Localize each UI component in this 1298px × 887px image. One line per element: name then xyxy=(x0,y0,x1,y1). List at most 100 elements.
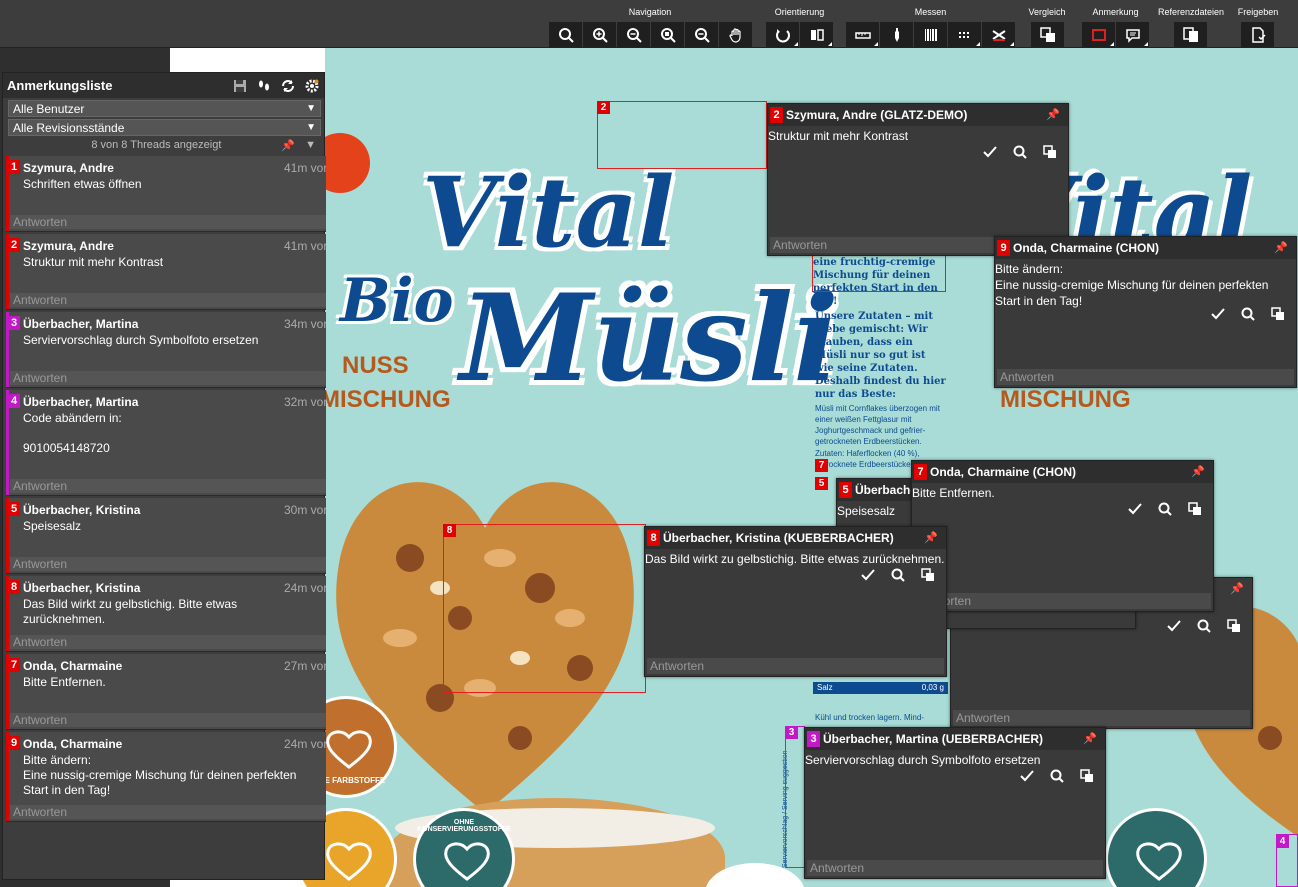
barcode-icon[interactable] xyxy=(914,22,947,47)
comment-icon[interactable] xyxy=(1116,22,1149,47)
reference-files-icon[interactable] xyxy=(1174,22,1207,47)
thread-reply-input[interactable]: Antworten xyxy=(10,215,326,229)
thread-comment: Serviervorschlag durch Symbolfoto ersetz… xyxy=(23,333,259,347)
popup-number: 3 xyxy=(807,731,820,747)
refresh-icon[interactable] xyxy=(280,78,296,94)
thread-item[interactable]: 2 Szymura, Andre 41m vor Struktur mit mehr … xyxy=(6,234,326,310)
pin-icon[interactable]: 📌 xyxy=(1191,465,1205,478)
rectangle-annotation-icon[interactable] xyxy=(1082,22,1115,47)
pin-icon[interactable]: 📌 xyxy=(1083,732,1097,745)
resolve-check-icon[interactable] xyxy=(1019,768,1035,784)
zoom-to-icon[interactable] xyxy=(1240,306,1256,322)
search-icon[interactable] xyxy=(549,22,582,47)
popup-reply-input[interactable]: Antworten xyxy=(953,710,1250,726)
thread-item[interactable]: 9 Onda, Charmaine 24m vor Bitte ändern: Ein… xyxy=(6,732,326,822)
thread-reply-input[interactable]: Antworten xyxy=(10,805,326,819)
copy-icon[interactable] xyxy=(1270,306,1286,322)
revision-filter-select[interactable]: Alle Revisionsstände ▼ xyxy=(8,119,321,136)
annotation-popup-3[interactable]: 3 Überbacher, Martina (UEBERBACHER) 📌 Ser… xyxy=(804,727,1106,879)
pin-icon[interactable]: 📌 xyxy=(1274,241,1288,254)
footprints-icon[interactable] xyxy=(256,78,272,94)
grid-dots-icon[interactable] xyxy=(948,22,981,47)
pin-icon[interactable]: 📌 xyxy=(1046,108,1060,121)
popup-reply-input[interactable]: Antworten xyxy=(647,658,944,674)
thread-reply-input[interactable]: Antworten xyxy=(10,557,326,571)
zoom-in-icon[interactable] xyxy=(583,22,616,47)
annotation-marker-4[interactable]: 4 xyxy=(1276,834,1298,887)
thread-item[interactable]: 1 Szymura, Andre 41m vor Schriften etwas öf… xyxy=(6,156,326,232)
zoom-to-icon[interactable] xyxy=(1012,144,1028,160)
thread-time: 32m vor xyxy=(284,395,326,409)
annotation-popup-7[interactable]: 7 Onda, Charmaine (CHON) 📌 Bitte Entferne… xyxy=(911,460,1214,612)
flip-icon[interactable] xyxy=(800,22,833,47)
zoom-fit-icon[interactable] xyxy=(651,22,684,47)
copy-icon[interactable] xyxy=(1079,768,1095,784)
save-icon[interactable] xyxy=(232,78,248,94)
popup-comment: Bitte ändern: Eine nussig-cremige Mischu… xyxy=(995,262,1269,308)
thread-reply-input[interactable]: Antworten xyxy=(10,479,326,493)
heart-outline-icon xyxy=(1136,842,1182,881)
resolve-check-icon[interactable] xyxy=(982,144,998,160)
thread-number: 9 xyxy=(8,736,20,750)
zoom-to-icon[interactable] xyxy=(1049,768,1065,784)
annotation-marker-8[interactable]: 8 xyxy=(443,524,646,693)
color-separation-icon[interactable] xyxy=(982,22,1015,47)
rotate-icon[interactable] xyxy=(766,22,799,47)
zoom-to-icon[interactable] xyxy=(1157,501,1173,517)
resolve-check-icon[interactable] xyxy=(1127,501,1143,517)
thread-reply-input[interactable]: Antworten xyxy=(10,635,326,649)
thread-item[interactable]: 5 Überbacher, Kristina 30m vor Speisesalz An… xyxy=(6,498,326,574)
resolve-check-icon[interactable] xyxy=(860,567,876,583)
popup-reply-input[interactable]: Antworten xyxy=(914,593,1211,609)
copy-icon[interactable] xyxy=(1226,618,1242,634)
thread-reply-input[interactable]: Antworten xyxy=(10,371,326,385)
thread-number: 7 xyxy=(8,658,20,672)
popup-author: Überbacher, Kristina (KUEBERBACHER) xyxy=(663,531,894,545)
zoom-to-icon[interactable] xyxy=(890,567,906,583)
pipette-icon[interactable] xyxy=(880,22,913,47)
thread-time: 24m vor xyxy=(284,737,326,751)
toolbar-group-navigation: Navigation xyxy=(549,4,752,47)
compare-icon[interactable] xyxy=(1031,22,1064,47)
marker-number-7[interactable]: 7 xyxy=(815,459,828,472)
thread-author: Überbacher, Martina xyxy=(23,317,139,331)
popup-comment: Struktur mit mehr Kontrast xyxy=(768,129,909,143)
annotation-marker-3[interactable]: 3 xyxy=(785,726,805,868)
approve-document-icon[interactable] xyxy=(1241,22,1274,47)
thread-comment: Bitte Entfernen. xyxy=(23,675,106,689)
annotation-popup-9[interactable]: 9 Onda, Charmaine (CHON) 📌 Bitte ändern: … xyxy=(994,236,1297,388)
annotation-popup-2[interactable]: 2 Szymura, Andre (GLATZ-DEMO) 📌 Struktur … xyxy=(767,103,1069,256)
popup-reply-input[interactable]: Antworten xyxy=(807,860,1103,876)
resolve-check-icon[interactable] xyxy=(1210,306,1226,322)
annotation-marker-2[interactable]: 2 xyxy=(597,101,767,169)
popup-comment: Bitte Entfernen. xyxy=(912,486,995,500)
thread-item[interactable]: 4 Überbacher, Martina 32m vor Code abändern… xyxy=(6,390,326,496)
popup-reply-input[interactable]: Antworten xyxy=(997,369,1294,385)
ruler-icon[interactable] xyxy=(846,22,879,47)
thread-item[interactable]: 7 Onda, Charmaine 27m vor Bitte Entfernen. A… xyxy=(6,654,326,730)
annotation-popup-8[interactable]: 8 Überbacher, Kristina (KUEBERBACHER) 📌 D… xyxy=(644,526,947,677)
thread-reply-input[interactable]: Antworten xyxy=(10,293,326,307)
marker-number-5[interactable]: 5 xyxy=(815,477,828,490)
toolbar-group-label: Vergleich xyxy=(1028,7,1066,17)
pin-icon[interactable]: 📌 xyxy=(924,531,938,544)
pin-icon[interactable]: 📌 xyxy=(1230,582,1244,595)
copy-icon[interactable] xyxy=(1042,144,1058,160)
copy-icon[interactable] xyxy=(1187,501,1203,517)
zoom-to-icon[interactable] xyxy=(1196,618,1212,634)
popup-actions xyxy=(1127,501,1203,517)
user-filter-select[interactable]: Alle Benutzer ▼ xyxy=(8,100,321,117)
thread-item[interactable]: 3 Überbacher, Martina 34m vor Serviervorsch… xyxy=(6,312,326,388)
settings-gear-icon[interactable] xyxy=(304,78,320,94)
copy-icon[interactable] xyxy=(920,567,936,583)
zoom-page-icon[interactable] xyxy=(685,22,718,47)
thread-list: 1 Szymura, Andre 41m vor Schriften etwas öf… xyxy=(3,156,326,822)
hand-pan-icon[interactable] xyxy=(719,22,752,47)
thread-reply-input[interactable]: Antworten xyxy=(10,713,326,727)
zoom-out-icon[interactable] xyxy=(617,22,650,47)
pin-icon[interactable]: 📌 xyxy=(281,139,295,152)
thread-item[interactable]: 8 Überbacher, Kristina 24m vor Das Bild wir… xyxy=(6,576,326,652)
filter-icon[interactable]: ▼ xyxy=(305,139,316,151)
resolve-check-icon[interactable] xyxy=(1166,618,1182,634)
thread-comment: Bitte ändern: Eine nussig-cremige Mischu… xyxy=(23,753,297,797)
